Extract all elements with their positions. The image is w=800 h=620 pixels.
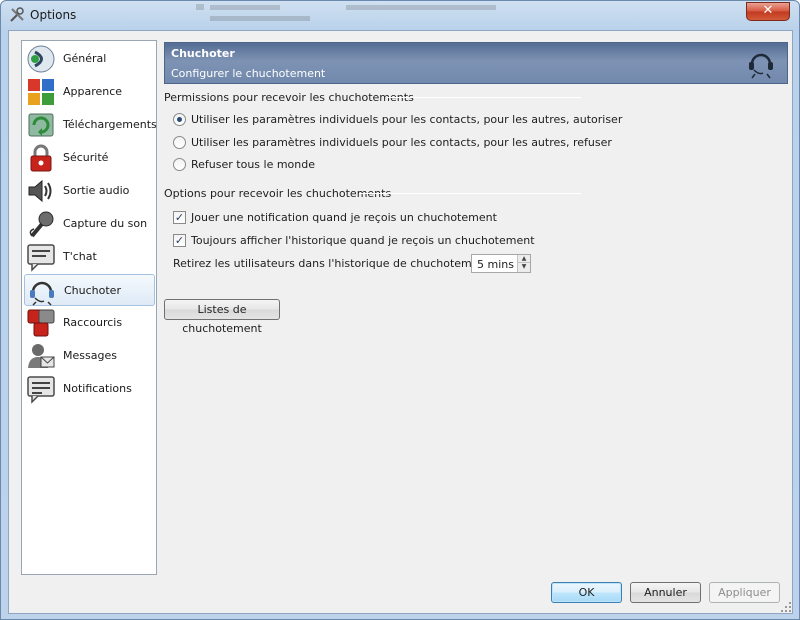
sidebar-item-messages[interactable]: Messages (24, 340, 155, 372)
sidebar-item-label: Téléchargements (63, 118, 157, 131)
color-tiles-icon (28, 79, 54, 105)
sidebar-item-shortcuts[interactable]: Raccourcis (24, 307, 155, 339)
tools-icon (10, 7, 24, 22)
download-icon (28, 113, 54, 137)
sidebar-item-sound-capture[interactable]: Capture du son (24, 208, 155, 240)
shortcut-keys-icon (27, 309, 55, 337)
category-sidebar: Général Apparence Téléchargements Sécuri… (21, 40, 157, 575)
spinbox-value: 5 mins (477, 258, 514, 271)
chat-bubble-icon (27, 244, 55, 272)
messages-icon (28, 344, 55, 368)
checkbox[interactable]: ✓ (173, 211, 186, 224)
divider (387, 97, 581, 98)
radio-button[interactable] (173, 113, 186, 126)
sidebar-item-general[interactable]: Général (24, 43, 155, 75)
sidebar-item-appearance[interactable]: Apparence (24, 76, 155, 108)
sidebar-item-downloads[interactable]: Téléchargements (24, 109, 157, 141)
radio-label: Utiliser les paramètres individuels pour… (191, 136, 612, 149)
whisper-lists-button[interactable]: Listes de chuchotement (164, 299, 280, 335)
sidebar-item-label: Apparence (63, 85, 123, 98)
resize-grip-icon[interactable] (780, 601, 792, 613)
page-subtitle: Configurer le chuchotement (171, 67, 326, 80)
sidebar-item-label: Raccourcis (63, 316, 123, 329)
radio-button[interactable] (173, 158, 186, 171)
checkbox-label: Toujours afficher l'historique quand je … (191, 234, 535, 247)
sidebar-item-label: Messages (63, 349, 117, 362)
speaker-general-icon (27, 45, 55, 73)
sidebar-item-security[interactable]: Sécurité (24, 142, 155, 174)
notification-bubble-icon (27, 376, 55, 404)
speaker-icon (28, 179, 52, 203)
radio-button[interactable] (173, 136, 186, 149)
page-header-banner: Chuchoter Configurer le chuchotement (164, 42, 788, 84)
permissions-group-title: Permissions pour recevoir les chuchoteme… (164, 91, 414, 104)
sidebar-item-label: Sécurité (63, 151, 109, 164)
sidebar-item-label: Notifications (63, 382, 132, 395)
receive-options-group-title: Options pour recevoir les chuchotements (164, 187, 392, 200)
spinbox-buttons: ▲ ▼ (517, 255, 530, 272)
headset-icon (30, 281, 54, 306)
background-window-blur (196, 4, 496, 21)
dialog-client-area: Général Apparence Téléchargements Sécuri… (8, 30, 793, 614)
close-button[interactable]: ✕ (746, 2, 790, 21)
sidebar-item-label: Capture du son (63, 217, 148, 230)
options-window: Options ✕ Général Apparence Téléchargeme… (0, 0, 800, 620)
sidebar-item-label: Sortie audio (63, 184, 130, 197)
checkbox-label: Jouer une notification quand je reçois u… (191, 211, 497, 224)
headset-icon (749, 53, 773, 79)
spin-down-icon[interactable]: ▼ (518, 263, 530, 271)
sidebar-item-chat[interactable]: T'chat (24, 241, 155, 273)
padlock-icon (30, 144, 52, 172)
apply-button: Appliquer (709, 582, 780, 603)
spin-up-icon[interactable]: ▲ (518, 255, 530, 263)
sidebar-item-notifications[interactable]: Notifications (24, 373, 155, 405)
radio-label: Refuser tous le monde (191, 158, 316, 171)
sidebar-item-whisper[interactable]: Chuchoter (24, 274, 155, 306)
divider (359, 193, 581, 194)
sidebar-item-label: Chuchoter (64, 284, 121, 297)
radio-label: Utiliser les paramètres individuels pour… (191, 113, 623, 126)
microphone-icon (29, 211, 54, 238)
page-title: Chuchoter (171, 47, 235, 60)
sidebar-item-audio-output[interactable]: Sortie audio (24, 175, 155, 207)
title-bar[interactable]: Options ✕ (1, 1, 799, 31)
sidebar-item-label: Général (63, 52, 107, 65)
ok-button[interactable]: OK (551, 582, 622, 603)
retire-duration-spinbox[interactable]: 5 mins ▲ ▼ (471, 254, 531, 273)
checkbox[interactable]: ✓ (173, 234, 186, 247)
window-title: Options (30, 8, 77, 22)
cancel-button[interactable]: Annuler (630, 582, 701, 603)
sidebar-item-label: T'chat (63, 250, 97, 263)
